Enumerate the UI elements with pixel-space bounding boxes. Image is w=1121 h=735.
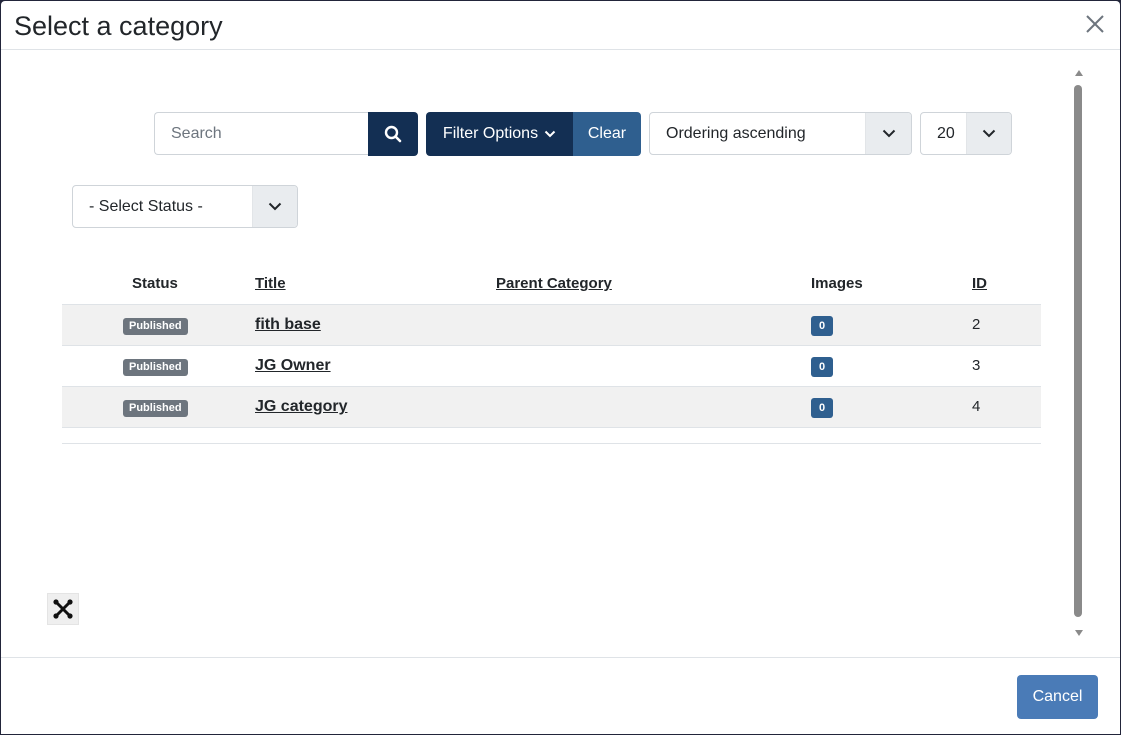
category-select-modal: Select a category Filter Options: [1, 1, 1120, 734]
category-title-link[interactable]: JG category: [255, 398, 347, 416]
status-badge: Published: [123, 318, 188, 335]
cancel-label: Cancel: [1032, 688, 1083, 705]
search-icon: [384, 125, 402, 143]
modal-footer: Cancel: [1, 657, 1120, 734]
images-count-badge: 0: [811, 398, 833, 418]
joomla-logo-icon: [47, 593, 79, 625]
chevron-down-icon: [982, 129, 996, 138]
column-header-images: Images: [811, 275, 863, 292]
status-badge: Published: [123, 400, 188, 417]
column-header-parent-category[interactable]: Parent Category: [496, 275, 612, 292]
images-count-badge: 0: [811, 357, 833, 377]
table-row: Published JG Owner 0 3: [62, 345, 1041, 386]
table-row: Published fith base 0 2: [62, 304, 1041, 345]
modal-body: Filter Options Clear Ordering ascending …: [1, 50, 1120, 657]
ordering-dropdown-toggle[interactable]: [865, 113, 911, 154]
status-filter-value: - Select Status -: [89, 198, 203, 215]
joomla-icon: [53, 599, 73, 619]
column-header-status: Status: [132, 275, 178, 292]
scroll-thumb[interactable]: [1074, 85, 1082, 617]
ordering-select-value: Ordering ascending: [666, 125, 806, 142]
list-limit-value: 20: [937, 125, 955, 142]
status-filter-select[interactable]: - Select Status -: [72, 185, 298, 228]
clear-label: Clear: [587, 125, 627, 142]
category-title-link[interactable]: JG Owner: [255, 357, 331, 375]
search-input[interactable]: [154, 112, 368, 155]
categories-table: Status Title Parent Category Images ID P…: [62, 265, 1041, 444]
scroll-down-arrow-icon[interactable]: [1075, 630, 1083, 636]
search-button[interactable]: [368, 112, 418, 156]
column-header-title[interactable]: Title: [255, 275, 286, 292]
table-header: Status Title Parent Category Images ID: [62, 265, 1041, 304]
limit-dropdown-toggle[interactable]: [966, 113, 1011, 154]
chevron-down-icon: [268, 202, 282, 211]
category-id: 3: [972, 357, 981, 374]
category-id: 4: [972, 398, 981, 415]
filter-options-label: Filter Options: [442, 125, 539, 142]
vertical-scrollbar[interactable]: [1072, 68, 1084, 640]
modal-title: Select a category: [14, 11, 223, 41]
filter-options-button[interactable]: Filter Options: [426, 112, 573, 156]
status-dropdown-toggle[interactable]: [252, 186, 297, 227]
close-button[interactable]: [1084, 13, 1106, 35]
modal-header: Select a category: [1, 1, 1120, 50]
list-limit-select[interactable]: 20: [920, 112, 1012, 155]
ordering-select[interactable]: Ordering ascending: [649, 112, 912, 155]
category-id: 2: [972, 316, 981, 333]
category-title-link[interactable]: fith base: [255, 316, 321, 334]
table-row: Published JG category 0 4: [62, 386, 1041, 427]
chevron-down-icon: [544, 130, 556, 138]
images-count-badge: 0: [811, 316, 833, 336]
scroll-up-arrow-icon[interactable]: [1075, 70, 1083, 76]
clear-button[interactable]: Clear: [573, 112, 641, 156]
cancel-button[interactable]: Cancel: [1017, 675, 1098, 719]
status-badge: Published: [123, 359, 188, 376]
chevron-down-icon: [882, 129, 895, 138]
close-icon: [1086, 15, 1104, 33]
table-footer: [62, 427, 1041, 444]
column-header-id[interactable]: ID: [972, 275, 987, 292]
